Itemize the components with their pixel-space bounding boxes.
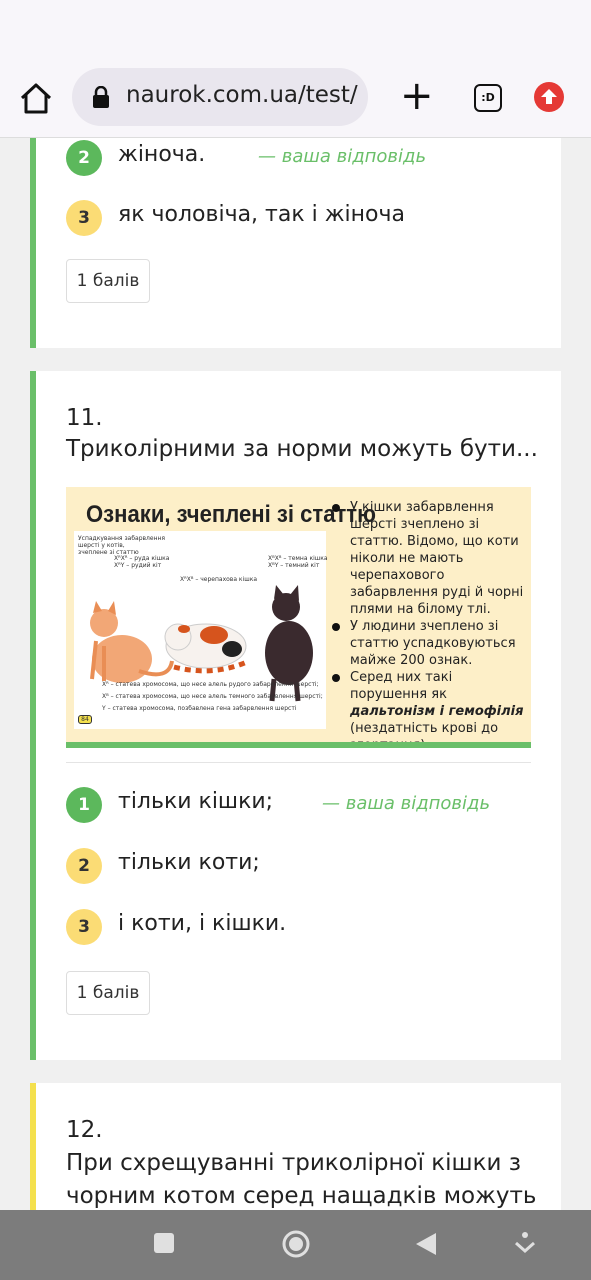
browser-toolbar: naurok.com.ua/test/c + :D bbox=[0, 58, 591, 138]
address-bar[interactable]: naurok.com.ua/test/c bbox=[72, 68, 368, 126]
option-text: як чоловіча, так і жіноча bbox=[118, 202, 405, 227]
question-text: Триколірними за норми можуть бути... bbox=[66, 436, 538, 462]
tab-switcher-button[interactable]: :D bbox=[474, 84, 502, 112]
legend-line: Xᴿ – статева хромосома, що несе алель ру… bbox=[102, 681, 319, 688]
option-text: і коти, і кішки. bbox=[118, 911, 287, 936]
lock-icon bbox=[92, 85, 110, 108]
question-image: Ознаки, зчеплені зі статтю Успадкування … bbox=[66, 487, 531, 748]
image-bullet: У людини зчеплено зі статтю успадковують… bbox=[328, 618, 528, 669]
your-answer-tag: — ваша відповідь bbox=[322, 793, 491, 814]
page-badge: 84 bbox=[78, 715, 92, 724]
question-card-11: 11. Триколірними за норми можуть бути...… bbox=[30, 371, 561, 1060]
bullet-text: (нездатність крові до згортання). bbox=[350, 721, 499, 748]
home-nav-icon[interactable] bbox=[281, 1229, 311, 1263]
status-bar bbox=[0, 0, 591, 58]
question-text: При схрещуванні триколірної кішки з чорн… bbox=[66, 1150, 537, 1209]
legend-line: Xᴮ – статева хромосома, що несе алель те… bbox=[102, 693, 323, 700]
back-icon[interactable] bbox=[414, 1231, 438, 1261]
option-text: жіноча. bbox=[118, 142, 206, 167]
divider bbox=[66, 762, 531, 763]
ginger-cat-illustration bbox=[90, 601, 174, 683]
your-answer-tag: — ваша відповідь bbox=[258, 146, 427, 167]
panel-caption-line: Успадкування забарвлення bbox=[78, 535, 166, 542]
legend-line: Y – статева хромосома, позбавлена гена з… bbox=[102, 705, 297, 712]
question-number: 12. bbox=[66, 1117, 103, 1143]
option-number-badge: 2 bbox=[66, 848, 102, 884]
image-bullet: Серед них такі порушення як дальтонізм і… bbox=[328, 669, 528, 748]
recents-icon[interactable] bbox=[152, 1231, 176, 1259]
new-tab-plus-icon[interactable]: + bbox=[400, 76, 434, 118]
system-navigation-bar bbox=[0, 1210, 591, 1280]
option-text: тільки кішки; bbox=[118, 789, 274, 814]
url-text: naurok.com.ua/test/c bbox=[126, 82, 358, 108]
tortoiseshell-cat-illustration bbox=[164, 623, 251, 674]
score-badge: 1 балів bbox=[66, 259, 150, 303]
image-bullet-list: У кішки забарвлення шерсті зчеплено зі с… bbox=[328, 499, 528, 748]
score-badge: 1 балів bbox=[66, 971, 150, 1015]
home-icon[interactable] bbox=[18, 80, 54, 116]
question-card-12: 12. При схрещуванні триколірної кішки з … bbox=[30, 1083, 561, 1213]
bullet-bold-text: дальтонізм і гемофілія bbox=[350, 704, 524, 719]
image-bullet: У кішки забарвлення шерсті зчеплено зі с… bbox=[328, 499, 528, 618]
bullet-text: Серед них такі порушення як bbox=[350, 670, 453, 702]
panel-caption-line: шерсті у котів, bbox=[78, 542, 125, 549]
keyboard-hide-icon[interactable] bbox=[514, 1231, 536, 1261]
option-text: тільки коти; bbox=[118, 850, 260, 875]
option-number-badge: 1 bbox=[66, 787, 102, 823]
option-number-badge: 2 bbox=[66, 140, 102, 176]
cats-illustration: Успадкування забарвлення шерсті у котів,… bbox=[74, 531, 328, 729]
update-icon[interactable] bbox=[534, 82, 564, 112]
option-number-badge: 3 bbox=[66, 909, 102, 945]
question-card-10: 2 жіноча. — ваша відповідь 3 як чоловіча… bbox=[30, 138, 561, 348]
question-number: 11. bbox=[66, 405, 103, 431]
option-number-badge: 3 bbox=[66, 200, 102, 236]
